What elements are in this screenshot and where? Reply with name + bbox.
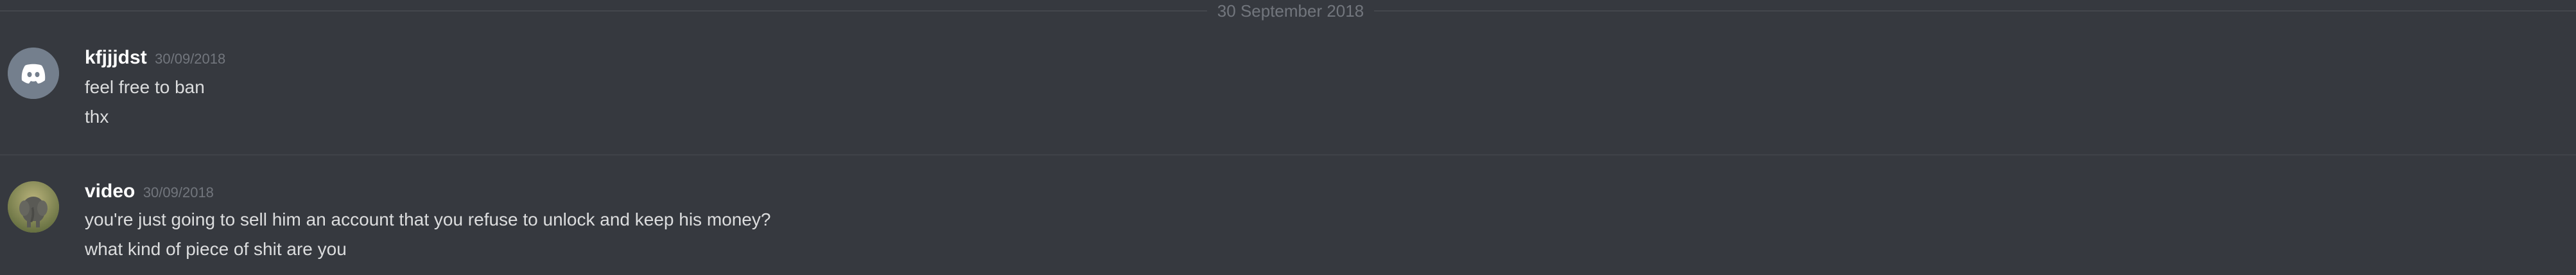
timestamp[interactable]: 30/09/2018 bbox=[155, 51, 225, 67]
timestamp[interactable]: 30/09/2018 bbox=[143, 184, 214, 200]
message-text: what kind of piece of shit are you bbox=[85, 239, 347, 259]
avatar[interactable] bbox=[8, 181, 59, 233]
divider-date: 30 September 2018 bbox=[1217, 1, 1364, 21]
avatar[interactable] bbox=[8, 48, 59, 99]
elephant-photo-icon bbox=[8, 181, 59, 233]
message-header: video 30/09/2018 bbox=[85, 180, 214, 203]
date-divider: 30 September 2018 bbox=[0, 2, 2576, 20]
message-group-divider bbox=[0, 154, 2576, 155]
username[interactable]: video bbox=[85, 181, 135, 202]
chat-messages: 30 September 2018 kfjjjdst 30/09/2018 fe… bbox=[0, 0, 2576, 275]
message-header: kfjjjdst 30/09/2018 bbox=[85, 46, 225, 69]
message-text: feel free to ban bbox=[85, 77, 205, 97]
divider-line-left bbox=[0, 10, 1207, 12]
message-text: thx bbox=[85, 107, 109, 127]
discord-logo-icon bbox=[8, 48, 59, 99]
message-text: you're just going to sell him an account… bbox=[85, 209, 771, 229]
divider-line-right bbox=[1374, 10, 2576, 12]
username[interactable]: kfjjjdst bbox=[85, 47, 147, 68]
